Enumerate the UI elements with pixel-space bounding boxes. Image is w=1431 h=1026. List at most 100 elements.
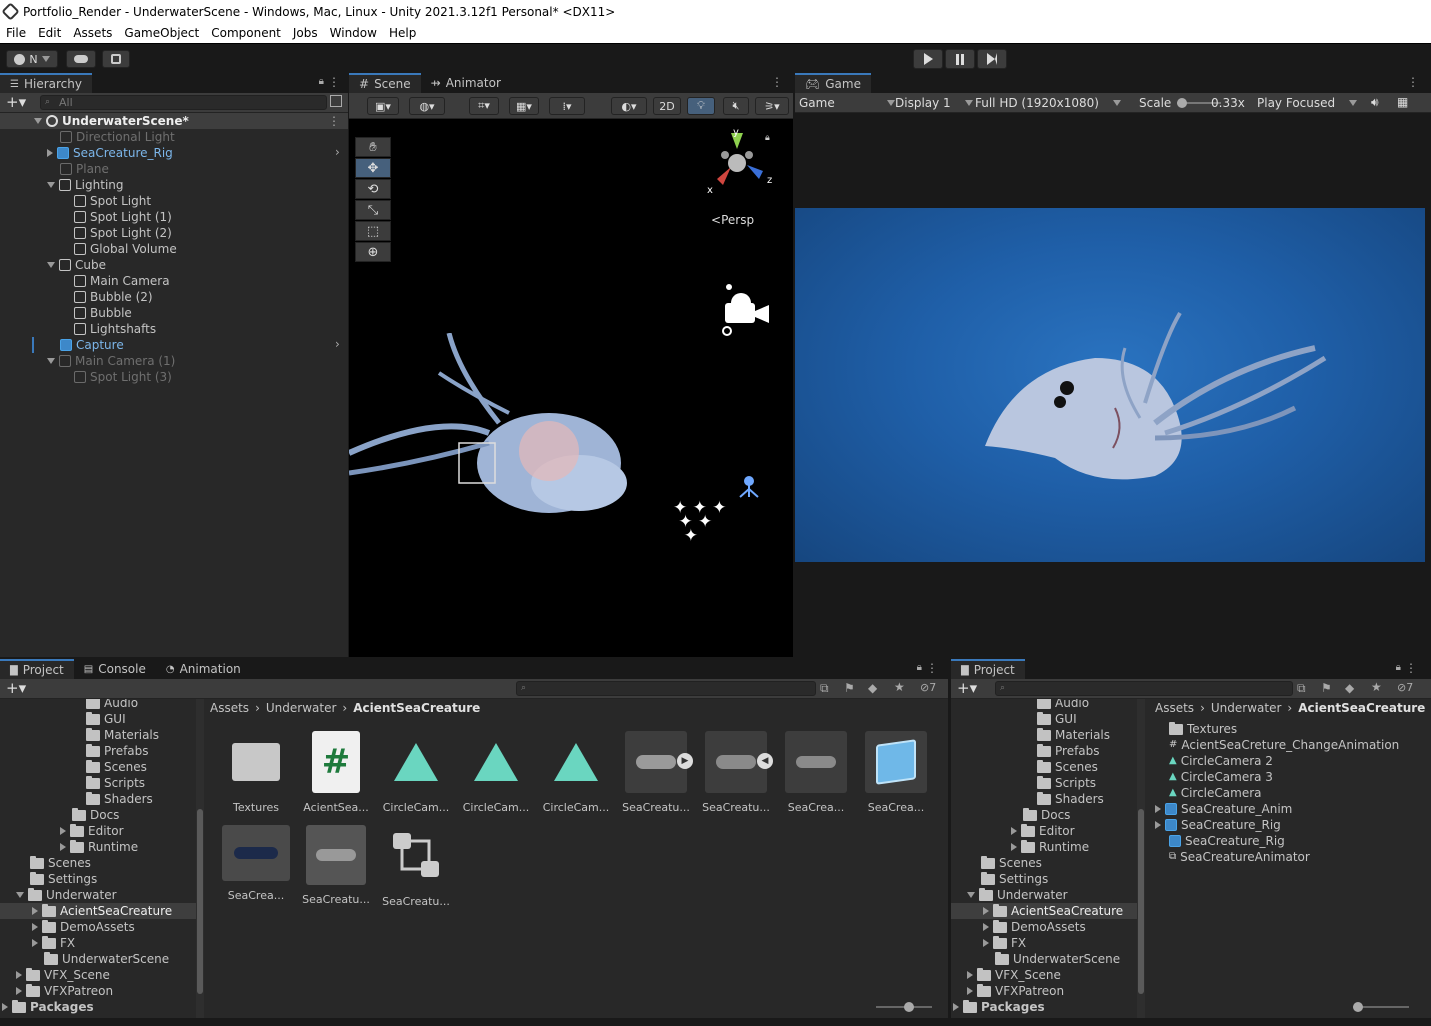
- tree-folder[interactable]: Materials: [1037, 727, 1110, 743]
- account-dropdown[interactable]: N: [6, 50, 58, 68]
- asset-list-item[interactable]: # AcientSeaCreture_ChangeAnimation: [1169, 737, 1399, 753]
- asset-item[interactable]: SeaCrea...: [858, 731, 934, 814]
- create-icon[interactable]: ⧉: [1297, 681, 1306, 696]
- tree-folder[interactable]: Scenes: [30, 855, 91, 871]
- tree-folder[interactable]: Audio: [1037, 699, 1089, 711]
- tree-folder[interactable]: FX: [983, 935, 1026, 951]
- gizmo-lock-icon[interactable]: 🔒︎: [765, 133, 770, 143]
- asset-item[interactable]: CircleCam...: [538, 731, 614, 814]
- favorite-star-icon[interactable]: ★: [1371, 680, 1382, 694]
- tree-folder[interactable]: DemoAssets: [32, 919, 135, 935]
- tree-folder[interactable]: Underwater: [967, 887, 1068, 903]
- hierarchy-item[interactable]: Spot Light (3): [74, 369, 172, 385]
- hierarchy-item[interactable]: Lightshafts: [74, 321, 156, 337]
- tree-folder[interactable]: VFXPatreon: [16, 983, 113, 999]
- kebab-menu-icon[interactable]: ⋮: [1407, 75, 1419, 89]
- asset-item[interactable]: # AcientSea...: [298, 731, 374, 814]
- tree-scrollbar[interactable]: [196, 699, 204, 1018]
- create-icon[interactable]: ⧉: [820, 681, 829, 696]
- hierarchy-item[interactable]: SeaCreature_Rig: [47, 145, 173, 161]
- tree-folder[interactable]: VFX_Scene: [16, 967, 110, 983]
- tree-folder[interactable]: GUI: [86, 711, 126, 727]
- tab-project[interactable]: ▇ Project: [951, 659, 1025, 679]
- render-mode-dropdown[interactable]: ◍▾: [409, 97, 445, 115]
- scale-slider-thumb[interactable]: [1177, 98, 1187, 108]
- tree-folder[interactable]: Editor: [1011, 823, 1075, 839]
- pause-button[interactable]: [945, 49, 975, 69]
- tree-folder-selected[interactable]: AcientSeaCreature: [0, 903, 196, 919]
- tree-folder[interactable]: Runtime: [1011, 839, 1089, 855]
- kebab-menu-icon[interactable]: ⋮: [1405, 661, 1417, 675]
- icon-size-slider[interactable]: [876, 1002, 932, 1012]
- menu-window[interactable]: Window: [324, 26, 383, 40]
- play-focused-dropdown[interactable]: Play Focused: [1257, 94, 1358, 111]
- tree-folder[interactable]: Editor: [60, 823, 124, 839]
- add-icon[interactable]: +▾: [6, 93, 26, 111]
- tree-folder[interactable]: UnderwaterScene: [995, 951, 1120, 967]
- hierarchy-item[interactable]: Spot Light: [74, 193, 151, 209]
- hierarchy-item[interactable]: Main Camera (1): [47, 353, 175, 369]
- move-tool-button[interactable]: ✥: [355, 158, 391, 178]
- asset-item[interactable]: CircleCam...: [378, 731, 454, 814]
- asset-list-item[interactable]: SeaCreature_Rig: [1155, 817, 1281, 833]
- kebab-menu-icon[interactable]: ⋮: [328, 75, 340, 89]
- hierarchy-item[interactable]: Plane: [60, 161, 109, 177]
- tree-folder[interactable]: Scenes: [86, 759, 147, 775]
- hierarchy-item[interactable]: Capture: [60, 337, 124, 353]
- tree-folder[interactable]: Runtime: [60, 839, 138, 855]
- toggle-2d-button[interactable]: 2D: [653, 97, 681, 115]
- tree-folder[interactable]: FX: [32, 935, 75, 951]
- tree-folder[interactable]: Underwater: [16, 887, 117, 903]
- tree-folder[interactable]: Settings: [981, 871, 1048, 887]
- step-button[interactable]: [977, 49, 1007, 69]
- menu-gameobject[interactable]: GameObject: [118, 26, 205, 40]
- asset-item[interactable]: ◀ SeaCreatu...: [698, 731, 774, 814]
- kebab-menu-icon[interactable]: ⋮: [926, 661, 938, 675]
- hierarchy-item[interactable]: Lighting: [47, 177, 124, 193]
- asset-item[interactable]: SeaCreatu...: [378, 825, 454, 908]
- collapse-model-icon[interactable]: ◀: [757, 753, 773, 769]
- menu-component[interactable]: Component: [205, 26, 287, 40]
- tab-game[interactable]: 🎮︎ Game: [795, 73, 871, 93]
- tree-folder[interactable]: Scripts: [1037, 775, 1096, 791]
- scrollbar-thumb[interactable]: [197, 809, 203, 994]
- chevron-right-icon[interactable]: ›: [335, 145, 340, 159]
- asset-list-item[interactable]: ▲ CircleCamera 3: [1169, 769, 1273, 785]
- grid-dropdown[interactable]: ▦▾: [509, 97, 539, 115]
- tree-folder-selected[interactable]: AcientSeaCreature: [951, 903, 1137, 919]
- tab-project[interactable]: ▇ Project: [0, 659, 74, 679]
- scene-root-row[interactable]: UnderwaterScene* ⋮: [0, 113, 348, 129]
- asset-item[interactable]: CircleCam...: [458, 731, 534, 814]
- hierarchy-item[interactable]: Global Volume: [74, 241, 177, 257]
- filter-icon[interactable]: [330, 95, 342, 107]
- tree-folder[interactable]: Prefabs: [86, 743, 149, 759]
- tree-folder[interactable]: GUI: [1037, 711, 1077, 727]
- kebab-menu-icon[interactable]: ⋮: [771, 75, 783, 89]
- tree-folder[interactable]: Scenes: [981, 855, 1042, 871]
- hidden-count-badge[interactable]: ⊘7: [920, 681, 936, 694]
- menu-file[interactable]: File: [0, 26, 32, 40]
- hierarchy-item[interactable]: Cube: [47, 257, 106, 273]
- transform-tool-button[interactable]: ⊕: [355, 242, 391, 262]
- tree-folder[interactable]: Docs: [1023, 807, 1070, 823]
- hierarchy-item[interactable]: Spot Light (2): [74, 225, 172, 241]
- tree-folder[interactable]: Audio: [86, 699, 138, 711]
- breadcrumb-item[interactable]: Underwater: [266, 701, 337, 715]
- icon-size-thumb[interactable]: [1353, 1002, 1363, 1012]
- label-icon[interactable]: ◆: [868, 681, 877, 695]
- asset-list-item[interactable]: Textures: [1169, 721, 1237, 737]
- asset-item[interactable]: ▶ SeaCreatu...: [618, 731, 694, 814]
- hierarchy-item[interactable]: Bubble (2): [74, 289, 153, 305]
- tree-folder[interactable]: Shaders: [1037, 791, 1104, 807]
- play-button[interactable]: [913, 49, 943, 69]
- breadcrumb-item[interactable]: Assets: [1155, 701, 1194, 715]
- draw-mode-dropdown[interactable]: ▣▾: [367, 97, 399, 115]
- stats-icon[interactable]: ▦: [1397, 95, 1408, 109]
- chevron-right-icon[interactable]: ›: [335, 337, 340, 351]
- scrollbar-thumb[interactable]: [1138, 809, 1144, 994]
- tree-folder[interactable]: Shaders: [86, 791, 153, 807]
- rotate-tool-button[interactable]: ⟲: [355, 179, 391, 199]
- icon-size-thumb[interactable]: [904, 1002, 914, 1012]
- tree-folder[interactable]: Settings: [30, 871, 97, 887]
- tree-folder[interactable]: VFXPatreon: [967, 983, 1064, 999]
